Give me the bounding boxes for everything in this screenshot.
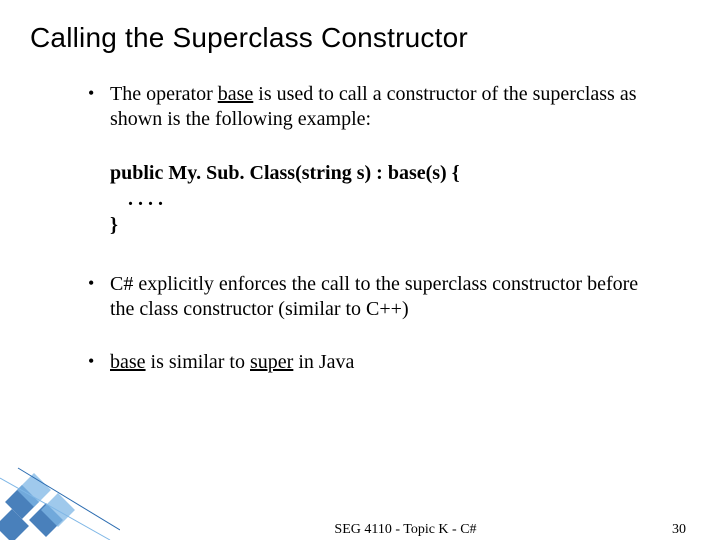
- code-line-1: public My. Sub. Class(string s) : base(s…: [110, 160, 660, 186]
- code-block: public My. Sub. Class(string s) : base(s…: [110, 160, 660, 238]
- bullet-2: C# explicitly enforces the call to the s…: [110, 272, 660, 322]
- code-line-2: . . . .: [110, 186, 660, 212]
- bullet-1: The operator base is used to call a cons…: [110, 82, 660, 132]
- corner-decoration-icon: [0, 420, 120, 540]
- body-list: The operator base is used to call a cons…: [30, 82, 690, 375]
- footer-text: SEG 4110 - Topic K - C#: [334, 522, 476, 538]
- bullet-3-kw2: super: [250, 351, 293, 373]
- page-title: Calling the Superclass Constructor: [30, 22, 690, 54]
- page-number: 30: [672, 522, 686, 538]
- code-line-3: }: [110, 212, 660, 238]
- slide: Calling the Superclass Constructor The o…: [0, 0, 720, 540]
- bullet-3-post: in Java: [293, 351, 354, 373]
- bullet-3-kw1: base: [110, 351, 146, 373]
- bullet-3-mid: is similar to: [146, 351, 250, 373]
- bullet-1-pre: The operator: [110, 83, 218, 105]
- bullet-1-keyword: base: [218, 83, 254, 105]
- bullet-3: base is similar to super in Java: [110, 350, 660, 375]
